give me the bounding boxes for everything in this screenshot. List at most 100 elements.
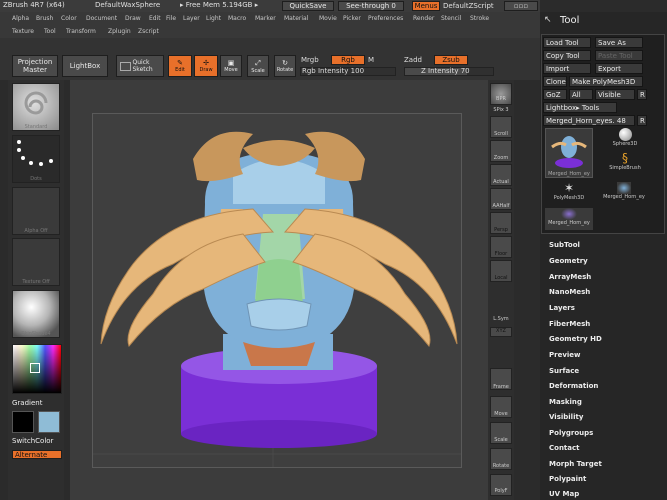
import-button[interactable]: Import [543,63,591,74]
tool-pin-icon[interactable]: ↖ [544,15,552,25]
edit-button[interactable]: ✎ Edit [168,55,192,77]
copy-tool-button[interactable]: Copy Tool [543,50,591,61]
scale-button[interactable]: ⤢ Scale [247,55,269,77]
main-color-swatch[interactable] [12,411,34,433]
subpalette-preview[interactable]: Preview [549,351,581,359]
subpalette-layers[interactable]: Layers [549,304,575,312]
title-bar: ZBrush 4R7 (x64) DefaultWaxSphere ▸ Free… [0,0,540,12]
zsub-toggle[interactable]: Zsub [434,55,468,65]
make-polymesh-button[interactable]: Make PolyMesh3D [569,76,643,87]
rgb-toggle[interactable]: Rgb [331,55,365,65]
subpalette-geometry[interactable]: Geometry [549,257,588,265]
alternate-button[interactable]: Alternate [12,450,62,459]
goz-button[interactable]: GoZ [543,89,567,100]
menus-button[interactable]: Menus [412,1,440,11]
color-picker-cursor [30,363,40,373]
move-view-label: Move [494,411,508,417]
subpalette-visibility[interactable]: Visibility [549,413,583,421]
merged-3-label: Merged_Horn_ey [548,220,590,226]
visible-button[interactable]: Visible [595,89,635,100]
merged-2-icon [617,182,631,194]
export-button[interactable]: Export [595,63,643,74]
all-button[interactable]: All [569,89,593,100]
subpalette-deformation[interactable]: Deformation [549,382,598,390]
subpalette-subtool[interactable]: SubTool [549,241,580,249]
clone-button[interactable]: Clone [543,76,567,87]
zadd-toggle[interactable]: Zadd [404,56,422,64]
window-buttons[interactable]: ▫▫▫ [504,1,538,11]
z-intensity-slider[interactable]: Z Intensity 70 [404,67,494,76]
secondary-color-swatch[interactable] [38,411,60,433]
rgb-intensity-slider[interactable]: Rgb Intensity 100 [300,67,396,76]
menu-picker[interactable]: Picker [343,15,361,22]
move-button[interactable]: ▣ Move [220,55,242,77]
paste-tool-button[interactable]: Paste Tool [595,50,643,61]
menu-transform[interactable]: Transform [66,28,96,35]
lightbox-tools-button[interactable]: Lightbox▸ Tools [543,102,617,113]
menu-draw[interactable]: Draw [125,15,141,22]
menu-stroke[interactable]: Stroke [470,15,489,22]
tool-thumb-sphere[interactable]: Sphere3D [600,128,650,148]
menu-render[interactable]: Render [413,15,434,22]
menu-marker[interactable]: Marker [255,15,276,22]
gradient-label[interactable]: Gradient [12,399,42,407]
r-button[interactable]: R [637,89,647,100]
menu-document[interactable]: Document [86,15,117,22]
projection-master-button[interactable]: Projection Master [12,55,58,77]
tool-thumb-simplebrush[interactable]: § SimpleBrush [600,152,650,174]
menu-zscript[interactable]: Zscript [138,28,159,35]
menu-stencil[interactable]: Stencil [441,15,461,22]
menu-layer[interactable]: Layer [183,15,200,22]
tool-thumb-merged-3[interactable]: Merged_Horn_ey [545,208,593,230]
menu-file[interactable]: File [166,15,176,22]
menu-brush[interactable]: Brush [36,15,53,22]
lightbox-button[interactable]: LightBox [62,55,108,77]
save-as-button[interactable]: Save As [595,37,643,48]
rotate-button[interactable]: ↻ Rotate [274,55,296,77]
subpalette-surface[interactable]: Surface [549,367,579,375]
horned-head-model[interactable] [93,114,461,467]
menu-light[interactable]: Light [206,15,221,22]
subpalette-polygroups[interactable]: Polygroups [549,429,593,437]
menu-material[interactable]: Material [284,15,308,22]
quick-sketch-button[interactable]: Quick Sketch [116,55,164,77]
menu-zplugin[interactable]: Zplugin [108,28,131,35]
subpalette-arraymesh[interactable]: ArrayMesh [549,273,591,281]
current-tool-r-button[interactable]: R [637,115,647,126]
subpalette-uv-map[interactable]: UV Map [549,490,579,498]
menu-texture[interactable]: Texture [12,28,34,35]
subpalette-masking[interactable]: Masking [549,398,582,406]
current-tool-slider[interactable]: Merged_Horn_eyes. 48 [543,115,635,126]
subpalette-fibermesh[interactable]: FiberMesh [549,320,590,328]
switchcolor-button[interactable]: SwitchColor [12,437,53,445]
default-zscript[interactable]: DefaultZScript [443,2,494,10]
menu-color[interactable]: Color [61,15,77,22]
menu-tool[interactable]: Tool [44,28,56,35]
app-title: ZBrush 4R7 (x64) [3,1,65,9]
merged-3-icon [561,208,577,220]
tool-thumb-merged-2[interactable]: Merged_Horn_ey [597,182,651,206]
see-through-slider[interactable]: See-through 0 [338,1,404,11]
document-viewport[interactable] [92,113,462,468]
tool-thumb-polymesh[interactable]: ✶ PolyMesh3D [545,182,593,206]
load-tool-button[interactable]: Load Tool [543,37,591,48]
m-toggle[interactable]: M [368,56,374,64]
subpalette-geometry-hd[interactable]: Geometry HD [549,335,602,343]
tool-thumb-merged[interactable]: Merged_Horn_ey [545,128,593,178]
menu-edit[interactable]: Edit [149,15,161,22]
spix-control[interactable]: SPix 3 [488,107,514,113]
subpalette-contact[interactable]: Contact [549,444,580,452]
menu-alpha[interactable]: Alpha [12,15,29,22]
subpalette-polypaint[interactable]: Polypaint [549,475,586,483]
lsym-button[interactable]: L.Sym [488,316,514,322]
menu-preferences[interactable]: Preferences [368,15,403,22]
subpalette-morph-target[interactable]: Morph Target [549,460,602,468]
menu-movie[interactable]: Movie [319,15,337,22]
draw-button[interactable]: ✢ Draw [194,55,218,77]
mrgb-toggle[interactable]: Mrgb [301,56,319,64]
quicksave-button[interactable]: QuickSave [282,1,334,11]
color-picker[interactable] [12,344,62,394]
tool-palette-title: Tool [560,15,580,26]
subpalette-nanomesh[interactable]: NanoMesh [549,288,590,296]
menu-macro[interactable]: Macro [228,15,246,22]
